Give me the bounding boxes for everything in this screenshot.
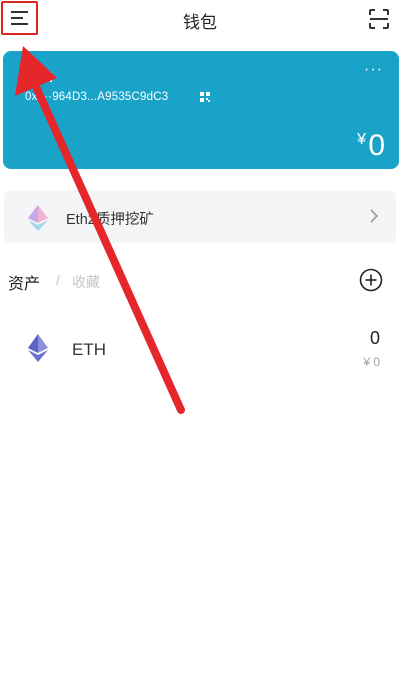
asset-symbol: ETH [72, 340, 106, 359]
wallet-name: ETH [25, 69, 53, 85]
list-item[interactable]: ETH 0 ¥ 0 [0, 320, 400, 380]
tab-separator: / [56, 272, 60, 288]
asset-fiat-value: ¥ 0 [363, 355, 380, 369]
eth2-staking-entry[interactable]: Eth2质押挖矿 [4, 191, 396, 243]
scan-button[interactable] [368, 8, 390, 30]
staking-label: Eth2质押挖矿 [66, 212, 154, 228]
scan-icon [369, 9, 389, 29]
add-circle-icon[interactable] [359, 268, 383, 292]
wallet-card[interactable]: ETH 0x1··964D3...A9535C9dC3 ··· ¥ 0 [3, 51, 399, 169]
page-title: 钱包 [183, 13, 217, 32]
ethereum-icon [28, 334, 48, 362]
chevron-right-icon [370, 209, 378, 223]
top-bar: 钱包 [0, 0, 400, 40]
asset-amount: 0 [369, 328, 380, 348]
tab-collections[interactable]: 收藏 [72, 272, 100, 292]
wallet-balance: 0 [368, 129, 385, 162]
wallet-address: 0x1··964D3...A9535C9dC3 [25, 91, 169, 103]
tab-assets[interactable]: 资产 [8, 270, 40, 294]
qr-code-icon[interactable] [200, 92, 210, 102]
currency-symbol: ¥ [357, 131, 366, 148]
more-options-button[interactable]: ··· [364, 62, 383, 78]
eth2-staking-icon [28, 205, 48, 231]
